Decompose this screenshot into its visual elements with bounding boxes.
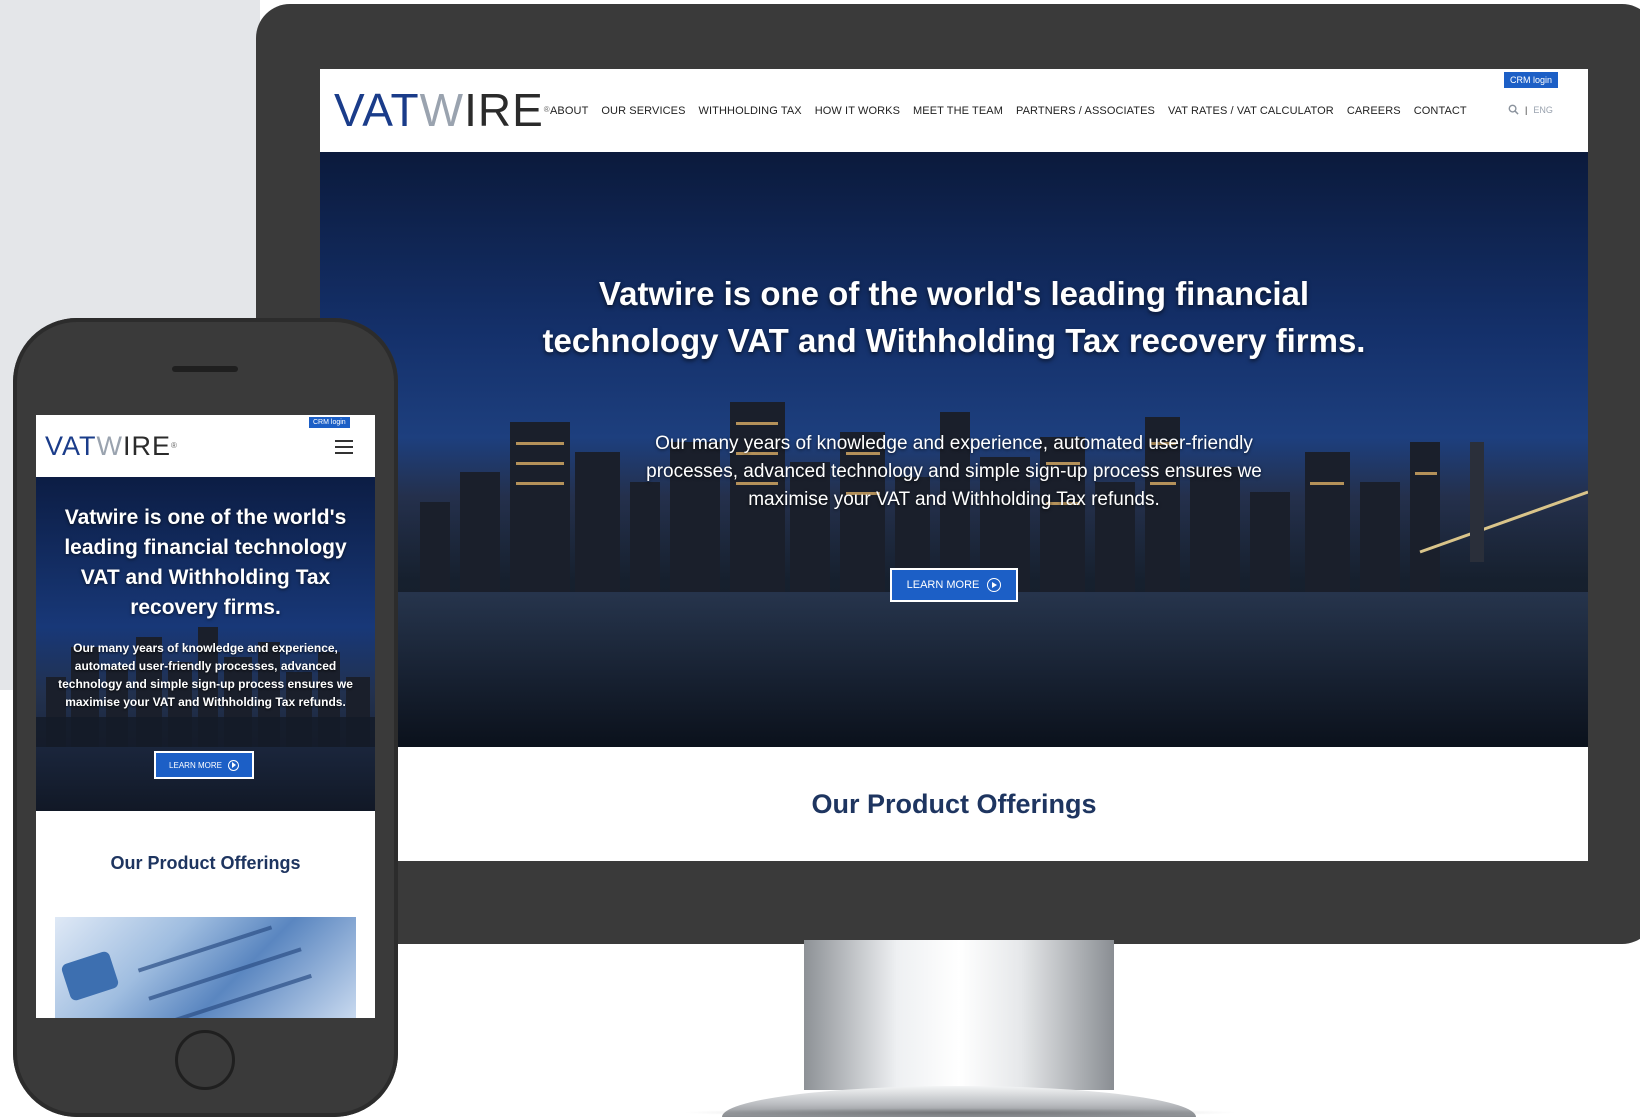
nav-partners-associates[interactable]: PARTNERS / ASSOCIATES <box>1016 105 1155 117</box>
hamburger-icon[interactable] <box>335 440 353 454</box>
desktop-logo[interactable]: VATWIRE® <box>334 85 551 135</box>
logo-text-w: W <box>96 431 123 461</box>
nav-how-it-works[interactable]: HOW IT WORKS <box>815 105 900 117</box>
mobile-hero: Vatwire is one of the world's leading fi… <box>36 477 375 811</box>
mobile-crm-login-button[interactable]: CRM login <box>309 417 350 428</box>
logo-text-w: W <box>419 84 465 136</box>
language-separator: | <box>1525 104 1528 115</box>
play-circle-icon <box>227 759 239 771</box>
desktop-learn-more-button[interactable]: LEARN MORE <box>890 568 1018 602</box>
desktop-nav: ABOUT OUR SERVICES WITHHOLDING TAX HOW I… <box>550 105 1467 117</box>
search-icon[interactable] <box>1508 104 1519 115</box>
credit-card-product-image <box>55 917 356 1018</box>
mobile-offerings-title: Our Product Offerings <box>110 853 301 873</box>
phone-home-button[interactable] <box>175 1030 235 1090</box>
logo-registered-mark: ® <box>171 441 178 450</box>
mobile-hero-text: Our many years of knowledge and experien… <box>58 641 353 709</box>
river-reflection <box>320 592 1588 747</box>
desktop-hero-title: Vatwire is one of the world's leading fi… <box>542 275 1366 359</box>
header-utilities: | ENG <box>1508 104 1553 115</box>
learn-more-label: LEARN MORE <box>906 579 980 591</box>
device-mockup-stage: VATWIRE® ABOUT OUR SERVICES WITHHOLDING … <box>0 0 1640 1117</box>
mobile-logo[interactable]: VATWIRE® <box>45 431 178 461</box>
mobile-header: VATWIRE® CRM login <box>36 415 375 477</box>
play-circle-icon <box>987 578 1002 592</box>
desktop-hero: Vatwire is one of the world's leading fi… <box>320 152 1588 747</box>
mobile-hero-title: Vatwire is one of the world's leading fi… <box>64 506 347 619</box>
logo-text-vat: VAT <box>334 84 420 136</box>
nav-meet-the-team[interactable]: MEET THE TEAM <box>913 105 1003 117</box>
nav-vat-rates-calculator[interactable]: VAT RATES / VAT CALCULATOR <box>1168 105 1334 117</box>
learn-more-label: LEARN MORE <box>169 760 222 770</box>
phone-speaker <box>172 366 238 372</box>
nav-our-services[interactable]: OUR SERVICES <box>601 105 685 117</box>
mobile-learn-more-button[interactable]: LEARN MORE <box>154 751 254 779</box>
desktop-hero-text: Our many years of knowledge and experien… <box>646 433 1262 510</box>
language-selector[interactable]: ENG <box>1533 105 1553 115</box>
nav-contact[interactable]: CONTACT <box>1414 105 1467 117</box>
logo-text-ire: IRE <box>464 84 544 136</box>
crm-login-button[interactable]: CRM login <box>1504 72 1559 88</box>
nav-about[interactable]: ABOUT <box>550 105 588 117</box>
mobile-screen: VATWIRE® CRM login Vatwire is one of the… <box>36 415 375 1018</box>
desktop-screen: VATWIRE® ABOUT OUR SERVICES WITHHOLDING … <box>320 69 1588 861</box>
monitor-stand-neck <box>804 940 1114 1090</box>
logo-text-ire: IRE <box>123 431 172 461</box>
desktop-header: VATWIRE® ABOUT OUR SERVICES WITHHOLDING … <box>320 69 1588 152</box>
credit-card-graphic <box>61 925 312 1018</box>
nav-withholding-tax[interactable]: WITHHOLDING TAX <box>699 105 802 117</box>
monitor-stand-shadow <box>680 1108 1240 1117</box>
nav-careers[interactable]: CAREERS <box>1347 105 1401 117</box>
desktop-offerings-title: Our Product Offerings <box>811 789 1097 819</box>
logo-text-vat: VAT <box>45 431 97 461</box>
